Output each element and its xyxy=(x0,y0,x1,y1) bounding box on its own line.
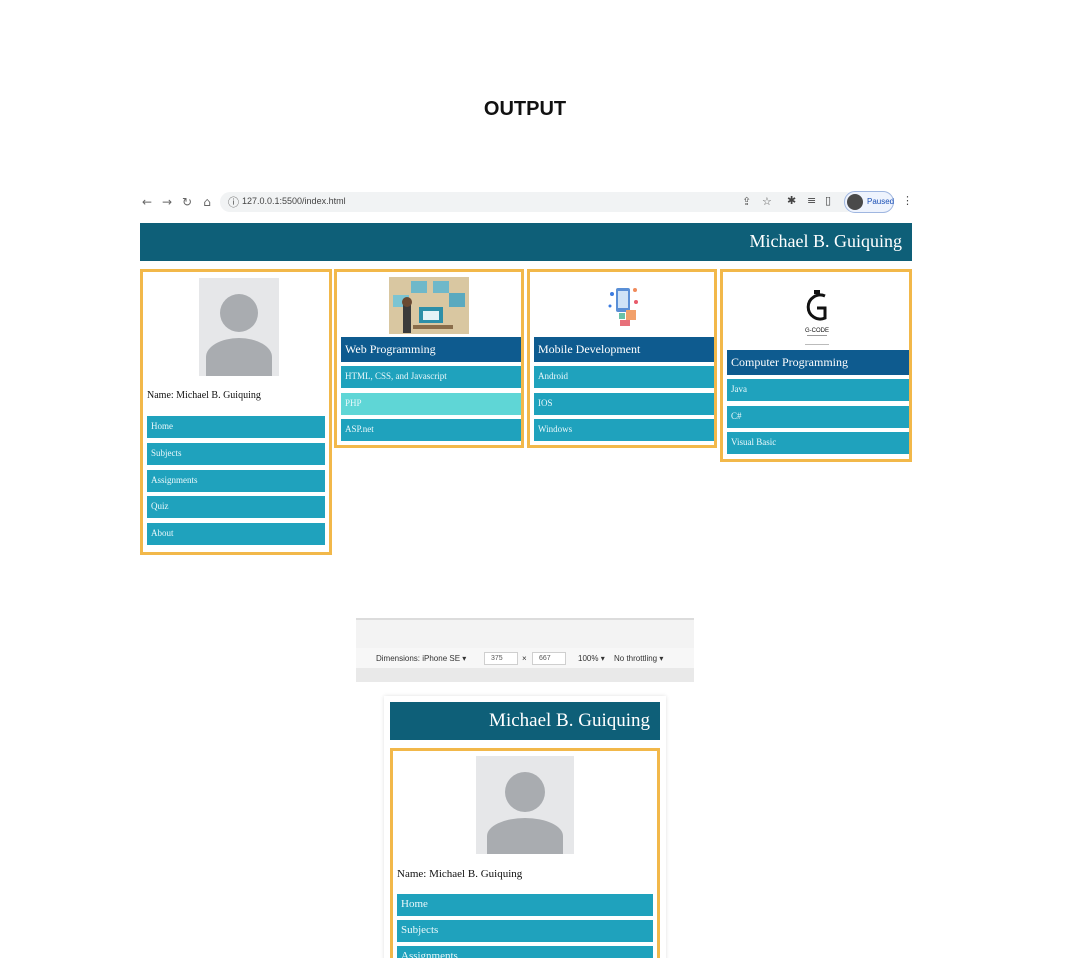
svg-text:G-CODE: G-CODE xyxy=(805,328,829,334)
profile-name: Name: Michael B. Guiquing xyxy=(147,390,261,401)
site-header: Michael B. Guiquing xyxy=(140,223,912,261)
avatar-placeholder-icon xyxy=(476,756,574,854)
devtools-top-strip xyxy=(356,618,694,648)
nav-item-subjects[interactable]: Subjects xyxy=(147,443,325,465)
address-bar[interactable]: ⓘ 127.0.0.1:5500/index.html ⇪ ☆ xyxy=(220,192,856,212)
url-text[interactable]: 127.0.0.1:5500/index.html xyxy=(242,196,346,206)
computer-programming-card: G-CODE Computer Programming Java C# Visu… xyxy=(720,269,912,462)
device-height-input[interactable]: 667 xyxy=(532,652,566,665)
profile-card: Name: Michael B. Guiquing Home Subjects … xyxy=(140,269,332,555)
card-item-html-css-js[interactable]: HTML, CSS, and Javascript xyxy=(341,366,521,388)
card-title-web-programming: Web Programming xyxy=(341,337,521,362)
mobile-nav-item-home[interactable]: Home xyxy=(397,894,653,916)
mobile-nav-item-assignments[interactable]: Assignments xyxy=(397,946,653,958)
card-item-visual-basic[interactable]: Visual Basic xyxy=(727,432,909,454)
share-icon[interactable]: ⇪ xyxy=(742,195,751,208)
profile-status: Paused xyxy=(867,197,895,206)
media-icon[interactable]: ≡ xyxy=(807,194,816,207)
back-arrow-icon[interactable]: ← xyxy=(140,194,154,210)
browser-toolbar: ← → ↻ ⌂ ⓘ 127.0.0.1:5500/index.html ⇪ ☆ … xyxy=(136,186,916,218)
home-icon[interactable]: ⌂ xyxy=(200,194,214,210)
info-icon[interactable]: ⓘ xyxy=(228,194,239,210)
card-item-ios[interactable]: IOS xyxy=(534,393,714,415)
web-programming-card: Web Programming HTML, CSS, and Javascrip… xyxy=(334,269,524,448)
mobile-profile-name: Name: Michael B. Guiquing xyxy=(397,868,523,880)
card-item-java[interactable]: Java xyxy=(727,379,909,401)
nav-item-quiz[interactable]: Quiz xyxy=(147,496,325,518)
mobile-profile-card: Name: Michael B. Guiquing Home Subjects … xyxy=(390,748,660,958)
device-ruler xyxy=(356,668,694,682)
web-programming-illustration xyxy=(389,277,469,334)
reload-icon[interactable]: ↻ xyxy=(180,194,194,210)
nav-item-assignments[interactable]: Assignments xyxy=(147,470,325,492)
avatar xyxy=(847,194,863,210)
star-icon[interactable]: ☆ xyxy=(762,195,772,208)
side-panel-icon[interactable]: ▯ xyxy=(825,194,831,207)
card-item-android[interactable]: Android xyxy=(534,366,714,388)
card-title-computer-programming: Computer Programming xyxy=(727,350,909,375)
page-heading: OUTPUT xyxy=(483,98,567,120)
mobile-nav-item-subjects[interactable]: Subjects xyxy=(397,920,653,942)
device-toolbar: Dimensions: iPhone SE ▾ 375 × 667 100% ▾… xyxy=(356,648,694,668)
mobile-viewport: Michael B. Guiquing Name: Michael B. Gui… xyxy=(384,696,666,958)
kebab-menu-icon[interactable]: ⋮ xyxy=(902,194,913,207)
card-title-mobile-development: Mobile Development xyxy=(534,337,714,362)
mobile-development-illustration xyxy=(604,280,644,330)
nav-item-about[interactable]: About xyxy=(147,523,325,545)
zoom-select[interactable]: 100% ▾ xyxy=(578,654,605,663)
card-item-php[interactable]: PHP xyxy=(341,393,521,415)
desktop-browser-window: ← → ↻ ⌂ ⓘ 127.0.0.1:5500/index.html ⇪ ☆ … xyxy=(136,186,916,558)
mobile-site-header-name: Michael B. Guiquing xyxy=(489,710,650,731)
mobile-site-header: Michael B. Guiquing xyxy=(390,702,660,740)
mobile-development-card: Mobile Development Android IOS Windows xyxy=(527,269,717,448)
puzzle-icon[interactable]: ✱ xyxy=(787,194,796,207)
card-item-csharp[interactable]: C# xyxy=(727,406,909,428)
device-dimensions-select[interactable]: Dimensions: iPhone SE ▾ xyxy=(376,654,466,663)
card-item-windows[interactable]: Windows xyxy=(534,419,714,441)
gcode-logo: G-CODE xyxy=(789,288,845,348)
site-header-name: Michael B. Guiquing xyxy=(749,231,902,251)
mobile-emulation-window: Dimensions: iPhone SE ▾ 375 × 667 100% ▾… xyxy=(356,618,694,958)
card-item-aspnet[interactable]: ASP.net xyxy=(341,419,521,441)
dimension-separator: × xyxy=(522,654,527,663)
nav-item-home[interactable]: Home xyxy=(147,416,325,438)
profile-button[interactable]: Paused xyxy=(844,191,894,213)
avatar-placeholder-icon xyxy=(199,278,279,376)
throttling-select[interactable]: No throttling ▾ xyxy=(614,654,663,663)
device-width-input[interactable]: 375 xyxy=(484,652,518,665)
forward-arrow-icon[interactable]: → xyxy=(160,194,174,210)
